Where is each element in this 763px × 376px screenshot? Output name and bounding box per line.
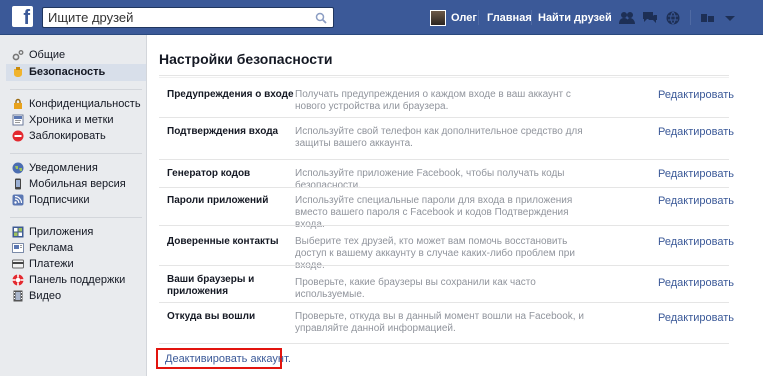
- row-label: Доверенные контакты: [167, 236, 279, 247]
- row-description: Используйте свой телефон как дополнитель…: [295, 126, 583, 149]
- sidebar-item-timeline[interactable]: Хроника и метки: [6, 112, 146, 129]
- row-divider: [159, 225, 729, 226]
- sidebar-item-security[interactable]: Безопасность: [6, 64, 146, 81]
- edit-trusted-contacts-link[interactable]: Редактировать: [658, 236, 734, 248]
- find-friends-link[interactable]: Найти друзей: [538, 12, 612, 24]
- row-divider: [159, 77, 729, 78]
- sidebar-item-ads[interactable]: Реклама: [6, 240, 146, 257]
- notifications-icon[interactable]: [665, 11, 681, 25]
- edit-code-generator-link[interactable]: Редактировать: [658, 168, 734, 180]
- apps-icon: [12, 226, 24, 238]
- edit-where-logged-in-link[interactable]: Редактировать: [658, 312, 734, 324]
- home-link[interactable]: Главная: [487, 12, 532, 24]
- row-description: Используйте приложение Facebook, чтобы п…: [295, 168, 565, 191]
- row-description: Проверьте, какие браузеры вы сохранили к…: [295, 277, 536, 300]
- row-description: Получать предупреждения о каждом входе в…: [295, 89, 571, 112]
- card-icon: [12, 259, 24, 269]
- sidebar-item-blocking[interactable]: Заблокировать: [6, 128, 146, 145]
- badge-icon: [14, 67, 22, 77]
- deactivate-account-link[interactable]: Деактивировать аккаунт.: [165, 353, 291, 365]
- sidebar-item-label: Панель поддержки: [29, 274, 126, 286]
- block-icon: [12, 130, 24, 142]
- lock-icon: [14, 98, 22, 109]
- row-divider: [159, 187, 729, 188]
- avatar[interactable]: [430, 10, 446, 26]
- edit-login-approvals-link[interactable]: Редактировать: [658, 126, 734, 138]
- friend-requests-icon[interactable]: [619, 11, 635, 25]
- messages-icon[interactable]: [642, 11, 658, 25]
- edit-login-alerts-link[interactable]: Редактировать: [658, 89, 734, 101]
- sidebar-item-followers[interactable]: Подписчики: [6, 192, 146, 209]
- sidebar-item-label: Видео: [29, 290, 62, 302]
- sidebar-item-label: Подписчики: [29, 194, 90, 206]
- sidebar-item-general[interactable]: Общие: [6, 47, 146, 64]
- sidebar-divider: [10, 89, 142, 90]
- title-divider: [159, 75, 729, 76]
- nav-divider: [478, 10, 479, 25]
- search-box[interactable]: [42, 7, 334, 28]
- row-label: Подтверждения входа: [167, 126, 279, 137]
- edit-app-passwords-link[interactable]: Редактировать: [658, 195, 734, 207]
- edit-browsers-apps-link[interactable]: Редактировать: [658, 277, 734, 289]
- sidebar-item-apps[interactable]: Приложения: [6, 224, 146, 241]
- globe-icon: [12, 162, 24, 174]
- row-divider: [159, 343, 729, 344]
- row-label: Предупреждения о входе: [167, 89, 294, 100]
- ads-icon: [12, 243, 24, 253]
- sidebar-item-label: Уведомления: [29, 162, 98, 174]
- row-description: Выберите тех друзей, кто может вам помоч…: [295, 236, 575, 271]
- nav-divider: [690, 10, 691, 25]
- sidebar-item-label: Мобильная версия: [29, 178, 126, 190]
- sidebar-item-support[interactable]: Панель поддержки: [6, 272, 146, 289]
- search-input[interactable]: [48, 10, 308, 25]
- row-divider: [159, 117, 729, 118]
- sidebar-item-label: Платежи: [29, 258, 74, 270]
- row-label: Генератор кодов: [167, 168, 251, 179]
- settings-sidebar: Общие Безопасность Конфиденциальность Хр…: [0, 35, 146, 376]
- sidebar-divider: [10, 153, 142, 154]
- rss-icon: [12, 194, 24, 206]
- row-description: Проверьте, откуда вы в данный момент вош…: [295, 311, 584, 334]
- privacy-shortcuts-icon[interactable]: [700, 11, 716, 25]
- sidebar-item-payments[interactable]: Платежи: [6, 256, 146, 273]
- sidebar-item-label: Безопасность: [29, 66, 106, 78]
- film-icon: [13, 290, 23, 302]
- search-icon[interactable]: [315, 12, 327, 24]
- page-title: Настройки безопасности: [159, 51, 333, 67]
- settings-menu-icon[interactable]: [722, 11, 738, 25]
- row-label: Ваши браузеры и приложения: [167, 274, 255, 297]
- sidebar-divider: [10, 217, 142, 218]
- row-divider: [159, 159, 729, 160]
- row-label: Пароли приложений: [167, 195, 269, 206]
- user-name[interactable]: Олег: [451, 12, 477, 24]
- deactivate-highlight: Деактивировать аккаунт.: [156, 348, 291, 369]
- row-divider: [159, 265, 729, 266]
- nav-divider: [531, 10, 532, 25]
- facebook-logo[interactable]: f: [12, 6, 33, 28]
- row-divider: [159, 302, 729, 303]
- gear-icon: [12, 50, 24, 61]
- lifebuoy-icon: [12, 274, 24, 286]
- sidebar-item-label: Заблокировать: [29, 130, 106, 142]
- sidebar-item-video[interactable]: Видео: [6, 288, 146, 305]
- sidebar-item-label: Хроника и метки: [29, 114, 114, 126]
- mobile-icon: [15, 178, 21, 190]
- sidebar-item-label: Конфиденциальность: [29, 98, 141, 110]
- sidebar-item-mobile[interactable]: Мобильная версия: [6, 176, 146, 193]
- timeline-icon: [12, 114, 24, 126]
- row-label: Откуда вы вошли: [167, 311, 256, 322]
- sidebar-item-notifications[interactable]: Уведомления: [6, 160, 146, 177]
- sidebar-item-label: Общие: [29, 49, 66, 61]
- sidebar-item-label: Реклама: [29, 242, 74, 254]
- sidebar-item-privacy[interactable]: Конфиденциальность: [6, 96, 146, 113]
- sidebar-item-label: Приложения: [29, 226, 94, 238]
- security-settings-panel: Настройки безопасности Предупреждения о …: [146, 35, 763, 376]
- top-bar: f Олег Главная Найти друзей: [0, 0, 763, 35]
